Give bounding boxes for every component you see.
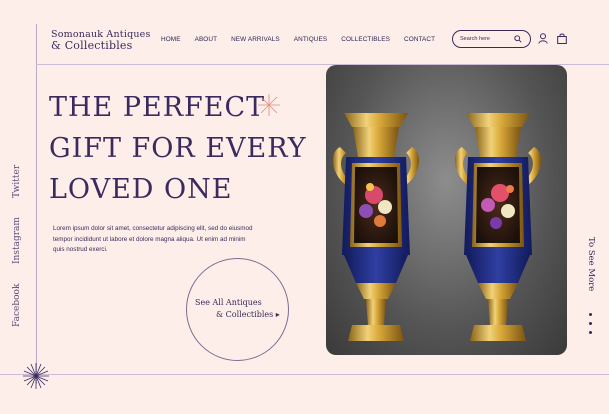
- cta-line-1: See All Antiques: [195, 298, 262, 307]
- main-nav: HOME ABOUT NEW ARRIVALS ANTIQUES COLLECT…: [161, 36, 449, 43]
- nav-antiques[interactable]: ANTIQUES: [294, 36, 327, 43]
- logo-line-2: & Collectibles: [51, 39, 133, 52]
- sparkle-icon: [258, 94, 280, 116]
- page-frame: Somonauk Antiques & Collectibles HOME AB…: [0, 0, 609, 414]
- nav-collectibles[interactable]: COLLECTIBLES: [341, 36, 390, 43]
- right-vase: [454, 113, 542, 341]
- search-input[interactable]: [460, 34, 512, 44]
- footer-rule: [0, 374, 609, 375]
- nav-about[interactable]: ABOUT: [195, 36, 218, 43]
- cta-line-2: & Collectibles ▸: [216, 310, 280, 319]
- dot[interactable]: [589, 313, 592, 316]
- star-icon: [23, 363, 49, 389]
- hero-image-vases: [326, 65, 567, 355]
- headline-line-2: GIFT FOR EVERY: [49, 133, 307, 164]
- search-icon[interactable]: [514, 35, 522, 43]
- social-instagram[interactable]: Instagram: [12, 217, 22, 264]
- dot[interactable]: [589, 322, 592, 325]
- dot[interactable]: [589, 331, 592, 334]
- social-facebook[interactable]: Facebook: [12, 284, 22, 327]
- social-twitter[interactable]: Twitter: [12, 165, 22, 198]
- nav-home[interactable]: HOME: [161, 36, 181, 43]
- vases-illustration: [332, 113, 542, 341]
- headline-line-3: LOVED ONE: [49, 174, 233, 205]
- logo[interactable]: Somonauk Antiques & Collectibles: [51, 29, 151, 51]
- see-more-link[interactable]: To See More: [586, 237, 596, 291]
- see-all-button[interactable]: See All Antiques & Collectibles ▸: [186, 258, 289, 361]
- left-rule: [36, 24, 37, 384]
- pagination-dots: [589, 313, 592, 340]
- nav-new-arrivals[interactable]: NEW ARRIVALS: [231, 36, 280, 43]
- left-vase: [332, 113, 420, 341]
- hero-description: Lorem ipsum dolor sit amet, consectetur …: [53, 225, 253, 253]
- user-icon[interactable]: [538, 33, 548, 44]
- shopping-bag-icon[interactable]: [557, 33, 567, 44]
- nav-contact[interactable]: CONTACT: [404, 36, 435, 43]
- search-box: [452, 30, 531, 48]
